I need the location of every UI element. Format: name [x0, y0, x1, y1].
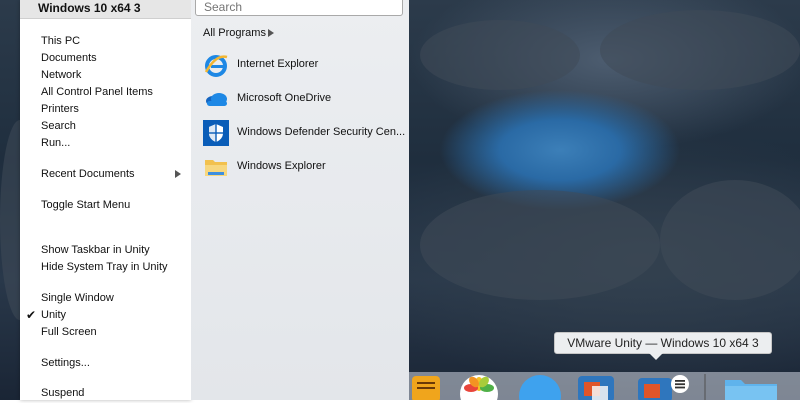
- checkmark-icon: ✔: [26, 308, 37, 322]
- menu-item-single-window[interactable]: Single Window: [41, 291, 114, 306]
- program-onedrive[interactable]: Microsoft OneDrive: [201, 84, 406, 114]
- vmware-unity-icon[interactable]: [636, 374, 692, 402]
- program-label: Windows Explorer: [237, 160, 326, 172]
- menu-item-full-screen[interactable]: Full Screen: [41, 325, 97, 340]
- defender-shield-icon: [203, 120, 229, 146]
- menu-title-bar: Windows 10 x64 3: [20, 0, 191, 19]
- vmware-fusion-icon[interactable]: [576, 374, 616, 402]
- search-box[interactable]: [195, 0, 403, 16]
- menu-item-recent-documents[interactable]: Recent Documents: [41, 167, 135, 182]
- program-internet-explorer[interactable]: Internet Explorer: [201, 50, 406, 80]
- dock-tooltip: VMware Unity — Windows 10 x64 3: [554, 332, 772, 360]
- program-label: Windows Defender Security Cen...: [237, 126, 406, 138]
- menu-item-this-pc[interactable]: This PC: [41, 34, 80, 49]
- program-label: Microsoft OneDrive: [237, 92, 332, 104]
- program-windows-explorer[interactable]: Windows Explorer: [201, 152, 406, 182]
- search-input[interactable]: [202, 0, 396, 16]
- menu-item-hide-system-tray[interactable]: Hide System Tray in Unity: [41, 260, 168, 275]
- all-programs-arrow-icon: [268, 29, 274, 37]
- onedrive-icon: [203, 86, 229, 112]
- menu-item-run[interactable]: Run...: [41, 136, 70, 151]
- folder-icon[interactable]: [723, 374, 779, 402]
- menu-item-show-taskbar[interactable]: Show Taskbar in Unity: [41, 243, 150, 258]
- messages-icon[interactable]: [517, 374, 563, 403]
- menu-item-unity[interactable]: Unity: [41, 308, 66, 323]
- programs-pane: All Programs Internet Explorer Microsoft…: [191, 0, 409, 400]
- notes-icon[interactable]: [410, 374, 442, 402]
- menu-item-search[interactable]: Search: [41, 119, 76, 134]
- program-label: Internet Explorer: [237, 58, 319, 70]
- menu-item-network[interactable]: Network: [41, 68, 81, 83]
- menu-item-toggle-start-menu[interactable]: Toggle Start Menu: [41, 198, 130, 213]
- folder-icon: [203, 154, 229, 180]
- menu-item-settings[interactable]: Settings...: [41, 356, 90, 371]
- unity-menu-left-pane: Windows 10 x64 3 This PC Documents Netwo…: [20, 0, 191, 400]
- photos-icon[interactable]: [457, 374, 501, 403]
- submenu-arrow-icon: [175, 170, 181, 178]
- dock-divider: [704, 374, 706, 400]
- menu-item-suspend[interactable]: Suspend: [41, 386, 84, 401]
- window-title: Windows 10 x64 3: [38, 1, 141, 15]
- all-programs-link[interactable]: All Programs: [203, 26, 266, 40]
- menu-item-control-panel[interactable]: All Control Panel Items: [41, 85, 153, 100]
- menu-item-documents[interactable]: Documents: [41, 51, 97, 66]
- menu-item-printers[interactable]: Printers: [41, 102, 79, 117]
- program-windows-defender[interactable]: Windows Defender Security Cen...: [201, 118, 406, 148]
- internet-explorer-icon: [203, 52, 229, 78]
